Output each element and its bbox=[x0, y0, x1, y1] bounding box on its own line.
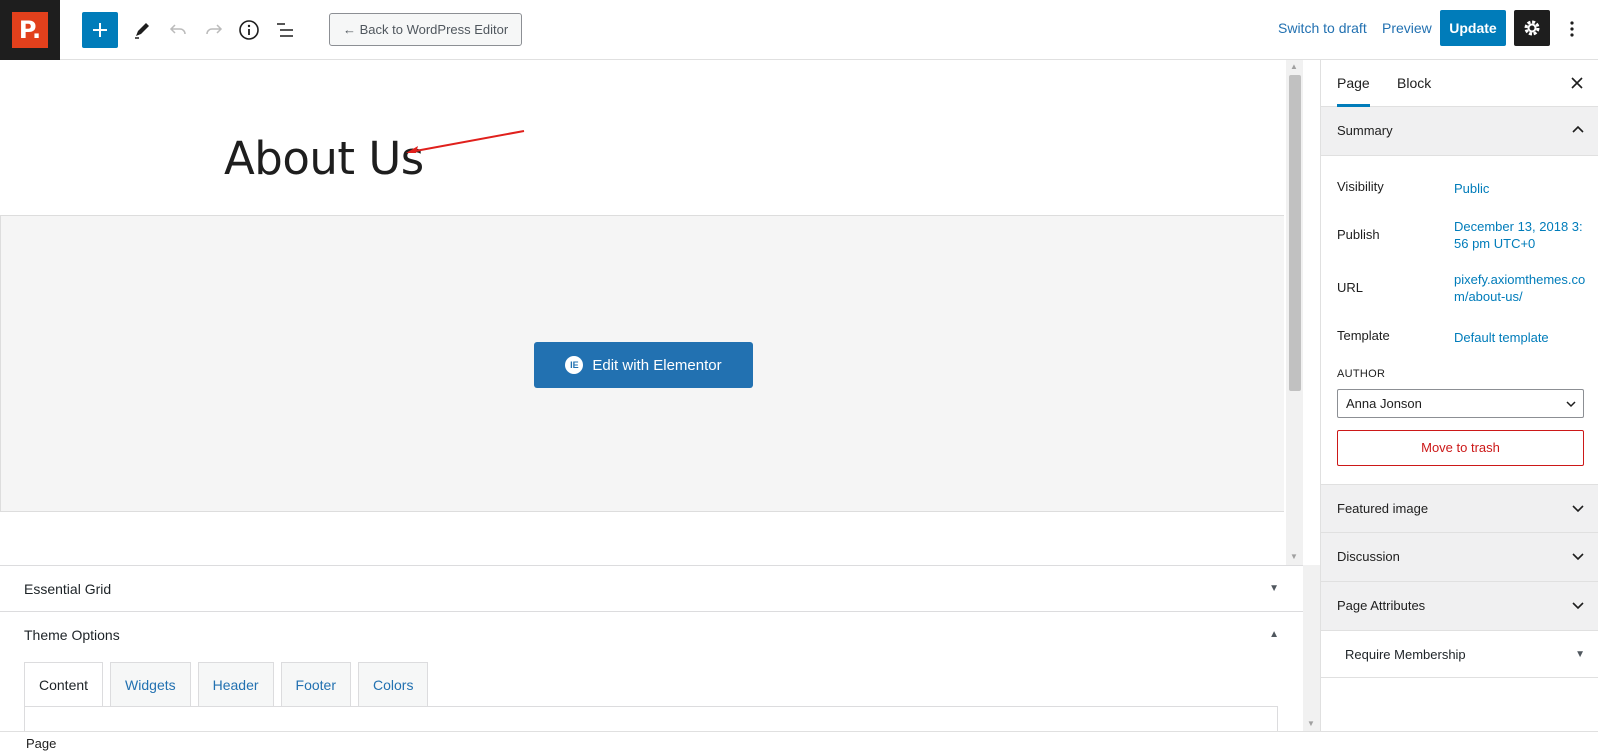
edit-with-elementor-label: Edit with Elementor bbox=[592, 356, 722, 374]
editor-scrollbar[interactable]: ▲ ▼ bbox=[1286, 60, 1303, 565]
publish-label: Publish bbox=[1337, 227, 1380, 242]
undo-icon bbox=[169, 24, 186, 35]
publish-date-value[interactable]: December 13, 2018 3:56 pm UTC+0 bbox=[1454, 218, 1586, 252]
tools-button[interactable] bbox=[124, 12, 160, 48]
details-button[interactable] bbox=[231, 12, 267, 48]
template-value[interactable]: Default template bbox=[1454, 329, 1586, 346]
chevron-up-icon bbox=[1572, 125, 1584, 133]
featured-image-title: Featured image bbox=[1337, 501, 1429, 516]
logo-mark: P. bbox=[12, 12, 48, 48]
essential-grid-metabox[interactable]: Essential Grid ▼ bbox=[0, 565, 1303, 611]
pencil-icon bbox=[135, 23, 149, 39]
featured-image-panel-header[interactable]: Featured image bbox=[1321, 484, 1598, 533]
chevron-down-icon bbox=[1572, 505, 1584, 513]
editor-canvas: About Us IE Edit with Elementor bbox=[0, 60, 1284, 565]
theme-options-tabs: Content Widgets Header Footer Colors bbox=[24, 662, 429, 707]
tab-content[interactable]: Content bbox=[24, 662, 104, 707]
visibility-label: Visibility bbox=[1337, 179, 1384, 194]
discussion-title: Discussion bbox=[1337, 549, 1400, 564]
author-label: AUTHOR bbox=[1337, 368, 1386, 380]
tab-colors[interactable]: Colors bbox=[358, 662, 429, 706]
list-view-button[interactable] bbox=[267, 12, 303, 48]
template-label: Template bbox=[1337, 328, 1390, 343]
elementor-placeholder: IE Edit with Elementor bbox=[0, 215, 1284, 512]
page-attributes-title: Page Attributes bbox=[1337, 598, 1426, 613]
tab-widgets[interactable]: Widgets bbox=[110, 662, 191, 706]
tab-block[interactable]: Block bbox=[1397, 60, 1431, 107]
url-label: URL bbox=[1337, 280, 1364, 295]
breadcrumb-page[interactable]: Page bbox=[26, 736, 56, 751]
caret-up-icon[interactable]: ▲ bbox=[1269, 629, 1279, 640]
kebab-icon bbox=[1570, 21, 1574, 37]
summary-panel-header[interactable]: Summary bbox=[1321, 107, 1598, 156]
essential-grid-title: Essential Grid bbox=[24, 581, 112, 597]
summary-title: Summary bbox=[1337, 123, 1393, 138]
require-membership-panel[interactable]: Require Membership ▼ bbox=[1321, 631, 1598, 678]
author-select[interactable]: Anna Jonson bbox=[1337, 389, 1584, 418]
scroll-down-icon[interactable]: ▼ bbox=[1290, 552, 1298, 561]
gear-icon bbox=[1524, 20, 1540, 36]
elementor-icon: IE bbox=[565, 356, 584, 374]
url-value[interactable]: pixefy.axiomthemes.com/about-us/ bbox=[1454, 271, 1586, 305]
sidebar-tabs: Page Block bbox=[1321, 60, 1598, 107]
metabox-scrollbar[interactable]: ▼ bbox=[1303, 565, 1320, 731]
scroll-down-icon[interactable]: ▼ bbox=[1307, 719, 1315, 728]
switch-to-draft-button[interactable]: Switch to draft bbox=[1278, 20, 1367, 36]
page-title[interactable]: About Us bbox=[224, 132, 424, 185]
block-breadcrumb: Page bbox=[0, 731, 1598, 756]
edit-with-elementor-button[interactable]: IE Edit with Elementor bbox=[534, 342, 753, 388]
require-membership-title: Require Membership bbox=[1345, 647, 1466, 662]
undo-button[interactable] bbox=[160, 12, 196, 48]
page-attributes-panel-header[interactable]: Page Attributes bbox=[1321, 582, 1598, 631]
redo-button[interactable] bbox=[196, 12, 232, 48]
close-icon[interactable] bbox=[1569, 75, 1585, 91]
tab-page[interactable]: Page bbox=[1337, 60, 1370, 107]
caret-down-icon[interactable]: ▼ bbox=[1269, 583, 1279, 594]
annotation-arrow bbox=[406, 130, 525, 153]
tab-header[interactable]: Header bbox=[197, 662, 274, 706]
preview-button[interactable]: Preview bbox=[1382, 20, 1432, 36]
list-view-icon bbox=[277, 23, 293, 37]
chevron-down-icon bbox=[1572, 553, 1584, 561]
discussion-panel-header[interactable]: Discussion bbox=[1321, 533, 1598, 582]
back-to-wordpress-editor-button[interactable]: ← Back to WordPress Editor bbox=[329, 13, 523, 46]
scroll-thumb[interactable] bbox=[1289, 75, 1301, 391]
update-button[interactable]: Update bbox=[1440, 10, 1506, 46]
site-logo[interactable]: P. bbox=[0, 0, 60, 60]
more-options-button[interactable] bbox=[1560, 14, 1584, 44]
move-to-trash-button[interactable]: Move to trash bbox=[1337, 430, 1584, 466]
top-toolbar: P. ← Back to WordPress Editor Switch to … bbox=[0, 0, 1598, 60]
visibility-value[interactable]: Public bbox=[1454, 180, 1586, 197]
caret-down-icon[interactable]: ▼ bbox=[1575, 649, 1585, 660]
scroll-up-icon[interactable]: ▲ bbox=[1290, 62, 1298, 71]
theme-options-title[interactable]: Theme Options bbox=[24, 627, 120, 643]
redo-icon bbox=[206, 24, 223, 35]
add-block-button[interactable] bbox=[82, 12, 118, 48]
author-value: Anna Jonson bbox=[1346, 396, 1422, 411]
chevron-down-icon bbox=[1566, 401, 1576, 408]
chevron-down-icon bbox=[1572, 602, 1584, 610]
tab-footer[interactable]: Footer bbox=[280, 662, 352, 706]
plus-icon bbox=[93, 23, 107, 37]
info-icon bbox=[239, 20, 259, 40]
settings-button[interactable] bbox=[1514, 10, 1550, 46]
settings-sidebar: Page Block Summary Visibility Public Pub… bbox=[1320, 60, 1598, 731]
